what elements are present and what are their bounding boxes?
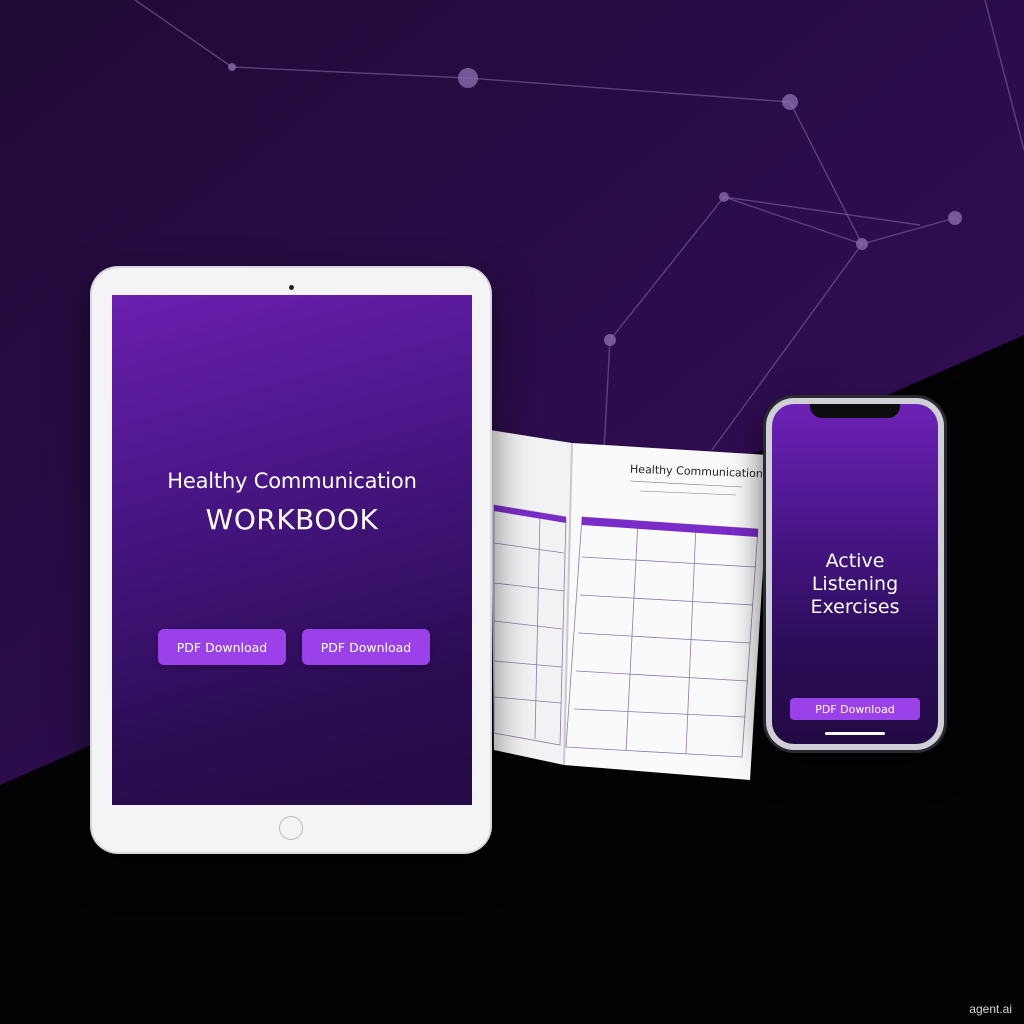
tablet-home-button[interactable] (279, 816, 303, 840)
tablet-device: Healthy Communication WORKBOOK PDF Downl… (92, 268, 490, 852)
workbook-open-pages: Healthy Communication y (480, 425, 770, 785)
phone-notch (810, 404, 900, 418)
phone-screen: Active Listening Exercises PDF Download (772, 404, 938, 744)
tablet-title: Healthy Communication (167, 469, 417, 493)
pdf-download-button-2[interactable]: PDF Download (302, 629, 430, 665)
tablet-camera (289, 285, 294, 290)
pdf-download-button-1[interactable]: PDF Download (158, 629, 286, 665)
phone-title: Active Listening Exercises (810, 550, 900, 618)
tablet-screen: Healthy Communication WORKBOOK PDF Downl… (112, 295, 472, 805)
phone-pdf-download-button[interactable]: PDF Download (790, 698, 920, 720)
phone-home-indicator[interactable] (825, 732, 885, 735)
phone-device: Active Listening Exercises PDF Download (766, 398, 944, 750)
watermark: agent.ai (969, 1002, 1012, 1016)
tablet-subtitle: WORKBOOK (205, 503, 379, 536)
